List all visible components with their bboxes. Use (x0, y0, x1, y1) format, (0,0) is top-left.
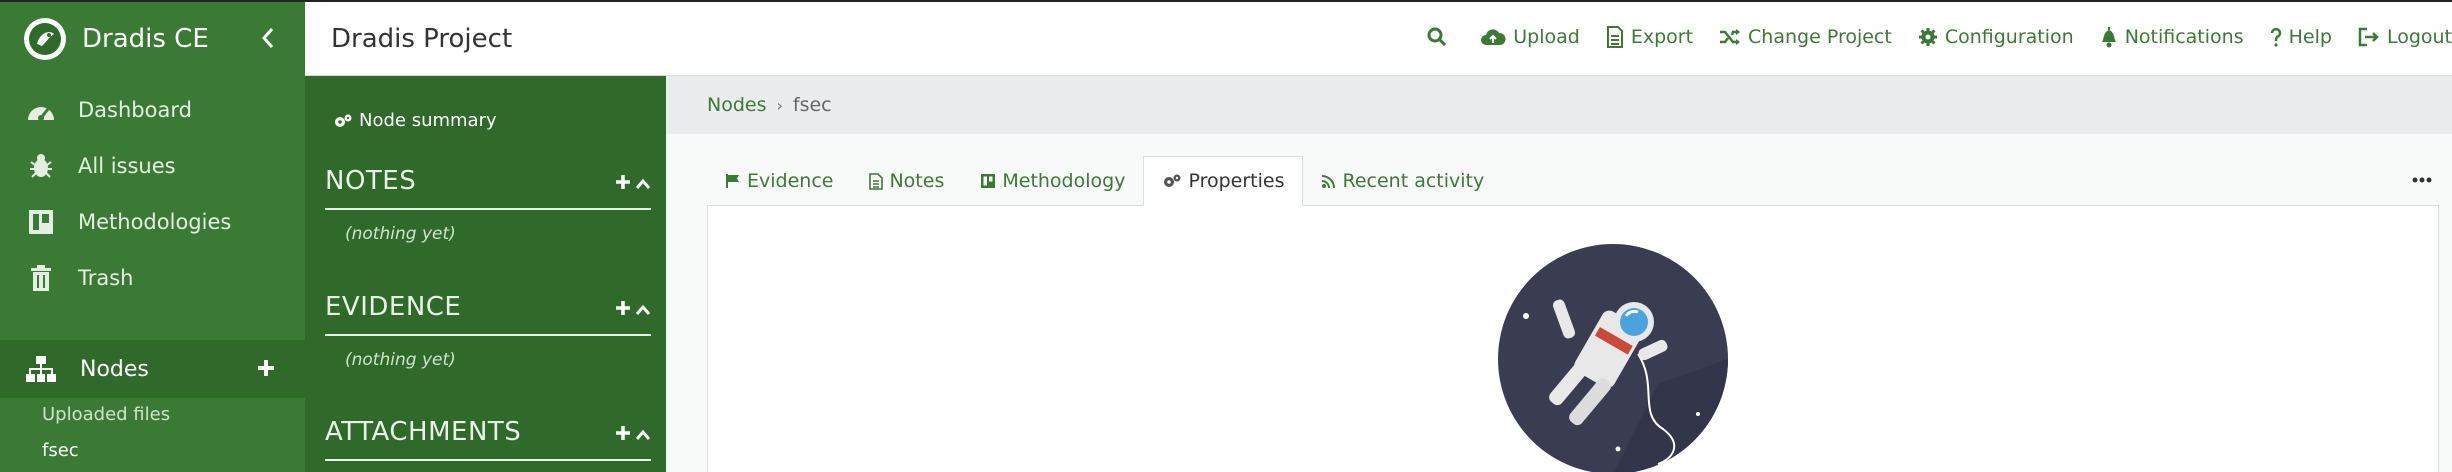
change-project-label: Change Project (1748, 26, 1892, 48)
evidence-heading: EVIDENCE (325, 292, 462, 322)
divider (325, 334, 651, 336)
evidence-section: EVIDENCE (nothing yet) (325, 292, 651, 370)
logout-link[interactable]: Logout (2358, 26, 2452, 48)
add-attachment-icon[interactable] (615, 425, 631, 445)
sign-out-icon (2358, 27, 2379, 47)
collapse-attachments-icon[interactable] (635, 426, 651, 445)
attachments-heading: ATTACHMENTS (325, 417, 522, 447)
add-note-icon[interactable] (615, 174, 631, 194)
tab-content (707, 205, 2439, 472)
rss-icon (1322, 174, 1336, 188)
astronaut-illustration (1498, 244, 1728, 472)
divider (325, 459, 651, 461)
cloud-upload-icon (1481, 29, 1506, 45)
tab-notes[interactable]: Notes (851, 156, 962, 206)
help-label: Help (2288, 26, 2332, 48)
tab-label: Properties (1188, 170, 1285, 192)
node-tabs: Evidence Notes Methodology Properties Re… (707, 156, 1502, 206)
export-label: Export (1630, 26, 1694, 48)
collapse-notes-icon[interactable] (635, 175, 651, 194)
brand-name: Dradis CE (82, 24, 209, 54)
evidence-empty: (nothing yet) (345, 350, 456, 370)
divider (325, 208, 651, 210)
add-evidence-icon[interactable] (615, 300, 631, 320)
collapse-evidence-icon[interactable] (635, 301, 651, 320)
trash-icon (24, 263, 58, 293)
board-icon (981, 174, 996, 188)
sidebar-item-dashboard[interactable]: Dashboard (0, 82, 305, 138)
top-nav: Upload Export Change Project Configurati… (1401, 26, 2452, 48)
tab-label: Notes (889, 170, 945, 192)
file-text-icon (869, 172, 884, 190)
cogs-icon (1164, 174, 1181, 187)
notifications-link[interactable]: Notifications (2100, 26, 2244, 48)
tab-properties[interactable]: Properties (1143, 156, 1304, 206)
tab-label: Recent activity (1342, 170, 1485, 192)
upload-link[interactable]: Upload (1480, 26, 1580, 48)
node-uploaded-files[interactable]: Uploaded files (42, 404, 170, 425)
sidebar-item-label: All issues (78, 154, 176, 178)
chevron-right-icon: › (776, 95, 783, 115)
collapse-sidebar-icon[interactable] (258, 24, 278, 52)
upload-label: Upload (1513, 26, 1580, 48)
sidebar-nav: Dashboard All issues Methodologies Trash (0, 76, 305, 306)
board-icon (24, 207, 58, 237)
flag-icon (726, 174, 739, 188)
dashboard-icon (24, 95, 58, 125)
sitemap-icon (24, 354, 58, 384)
node-summary-label: Node summary (359, 110, 497, 131)
attachments-section: ATTACHMENTS (325, 417, 651, 461)
brand[interactable]: Dradis CE (0, 0, 305, 76)
sidebar-item-trash[interactable]: Trash (0, 250, 305, 306)
notes-section: NOTES (nothing yet) (325, 166, 651, 244)
sidebar-item-label: Trash (78, 266, 134, 290)
configuration-label: Configuration (1944, 26, 2074, 48)
dradis-logo-icon (24, 18, 66, 60)
change-project-link[interactable]: Change Project (1719, 26, 1892, 48)
help-link[interactable]: Help (2270, 26, 2332, 48)
tab-label: Evidence (747, 170, 834, 192)
search-icon (1427, 27, 1447, 47)
logout-label: Logout (2386, 26, 2452, 48)
search-button[interactable] (1427, 27, 1454, 47)
tab-evidence[interactable]: Evidence (707, 156, 851, 206)
sidebar: Dradis CE Dashboard All issues Methodolo… (0, 0, 305, 472)
tab-methodology[interactable]: Methodology (962, 156, 1143, 206)
add-node-icon[interactable] (255, 357, 277, 379)
shuffle-icon (1720, 29, 1741, 45)
configuration-link[interactable]: Configuration (1918, 26, 2074, 48)
top-bar: Dradis Project Upload Export Change Proj… (305, 0, 2452, 76)
cogs-icon (335, 114, 352, 127)
nodes-label: Nodes (80, 356, 149, 382)
breadcrumb-current: fsec (792, 94, 832, 116)
sidebar-item-label: Dashboard (78, 98, 192, 122)
bug-icon (24, 151, 58, 181)
breadcrumb-nodes-link[interactable]: Nodes (707, 94, 767, 116)
project-title: Dradis Project (331, 24, 513, 54)
file-text-icon (1606, 26, 1623, 48)
sidebar-item-label: Methodologies (78, 210, 232, 234)
node-summary-link[interactable]: Node summary (333, 110, 497, 131)
tab-recent-activity[interactable]: Recent activity (1303, 156, 1502, 206)
tab-label: Methodology (1002, 170, 1126, 192)
sidebar-item-nodes[interactable]: Nodes (0, 340, 305, 398)
sidebar-item-all-issues[interactable]: All issues (0, 138, 305, 194)
sidebar-item-methodologies[interactable]: Methodologies (0, 194, 305, 250)
notifications-label: Notifications (2124, 26, 2244, 48)
bell-icon (2101, 27, 2116, 48)
export-link[interactable]: Export (1606, 26, 1693, 48)
notes-heading: NOTES (325, 166, 417, 196)
question-icon (2270, 27, 2281, 47)
gear-icon (1918, 28, 1937, 46)
breadcrumb: Nodes › fsec (666, 76, 2452, 134)
node-fsec[interactable]: fsec (42, 440, 79, 461)
more-options-icon[interactable] (2412, 168, 2432, 187)
node-summary-panel: Node summary NOTES (nothing yet) EVIDENC… (305, 76, 666, 472)
main-content: Nodes › fsec Evidence Notes Methodology … (666, 76, 2452, 472)
notes-empty: (nothing yet) (345, 224, 456, 244)
